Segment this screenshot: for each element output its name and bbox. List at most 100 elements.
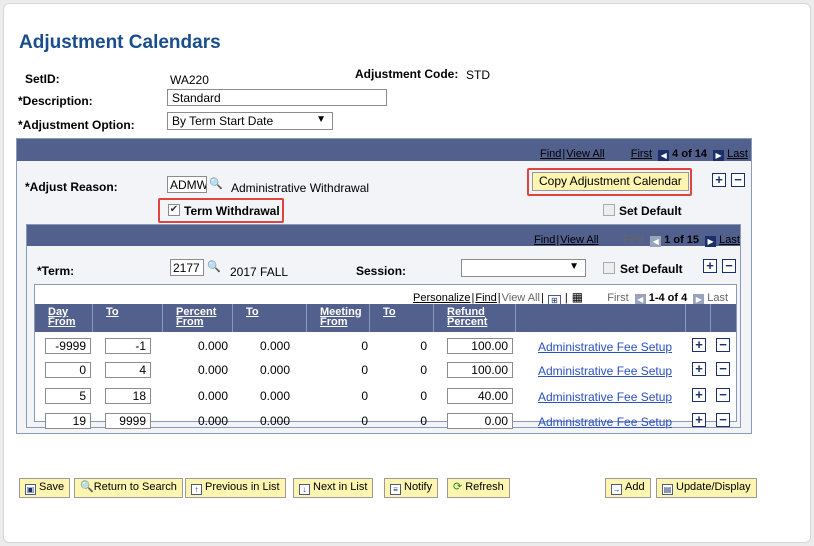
- update-display-icon: ▤: [662, 484, 673, 495]
- delete-row-icon[interactable]: −: [716, 362, 730, 376]
- chevron-down-icon: ▼: [316, 114, 326, 125]
- setid-value: WA220: [170, 73, 209, 87]
- add-row-icon[interactable]: +: [692, 388, 706, 402]
- download-spreadsheet-icon[interactable]: ▦: [572, 290, 583, 304]
- meeting-from-value: 0: [361, 414, 368, 428]
- term-input[interactable]: 2177: [170, 259, 204, 276]
- inner-nav: Find|View All First ◀ 1 of 15 ▶ Last: [534, 234, 740, 247]
- percent-from-value: 0.000: [197, 339, 228, 353]
- search-lookup-icon[interactable]: 🔍: [209, 177, 223, 190]
- meeting-from-value: 0: [361, 389, 368, 403]
- previous-arrow-icon[interactable]: ◀: [658, 150, 670, 161]
- outer-position: 4 of 14: [672, 148, 708, 160]
- delete-row-icon[interactable]: −: [722, 259, 736, 273]
- outer-last-link[interactable]: Last: [727, 148, 748, 160]
- term-description: 2017 FALL: [230, 265, 289, 279]
- adjustment-option-select[interactable]: By Term Start Date ▼: [167, 112, 333, 130]
- day-to-input[interactable]: 9999: [105, 413, 151, 429]
- col-day-to[interactable]: To: [93, 304, 163, 332]
- save-button[interactable]: ▣ Save: [19, 478, 71, 498]
- inner-position: 1 of 15: [664, 234, 700, 246]
- next-arrow-icon[interactable]: ▶: [713, 150, 725, 161]
- personalize-link[interactable]: Personalize: [413, 292, 470, 304]
- search-lookup-icon[interactable]: 🔍: [207, 260, 221, 273]
- refund-percent-input[interactable]: 40.00: [447, 388, 513, 404]
- day-from-input[interactable]: 5: [45, 388, 91, 404]
- day-to-input[interactable]: 18: [105, 388, 151, 404]
- administrative-fee-setup-link[interactable]: Administrative Fee Setup: [538, 415, 672, 429]
- session-select[interactable]: ▼: [461, 259, 586, 277]
- grid-find-link[interactable]: Find: [475, 292, 496, 304]
- reason-set-default-checkbox[interactable]: [603, 204, 615, 216]
- add-row-icon[interactable]: +: [692, 338, 706, 352]
- meeting-to-value: 0: [420, 389, 427, 403]
- add-row-icon[interactable]: +: [692, 362, 706, 376]
- description-input[interactable]: Standard: [167, 89, 387, 106]
- search-icon: 🔍: [80, 481, 94, 493]
- col-meeting-from[interactable]: Meeting From: [307, 304, 370, 332]
- percent-to-value: 0.000: [259, 363, 290, 377]
- refresh-button[interactable]: ⟳ Refresh: [447, 478, 510, 498]
- adjust-reason-input[interactable]: ADMW: [167, 176, 207, 193]
- day-from-input[interactable]: 0: [45, 362, 91, 378]
- administrative-fee-setup-link[interactable]: Administrative Fee Setup: [538, 390, 672, 404]
- inner-view-all-link[interactable]: View All: [560, 234, 598, 246]
- col-percent-to[interactable]: To: [233, 304, 307, 332]
- col-refund-percent[interactable]: Refund Percent: [434, 304, 516, 332]
- adjustment-code-label: Adjustment Code:: [355, 67, 459, 81]
- page-title: Adjustment Calendars: [19, 32, 221, 53]
- update-display-button[interactable]: ▤ Update/Display: [656, 478, 757, 498]
- next-in-list-button[interactable]: ↓ Next in List: [293, 478, 374, 498]
- percent-to-value: 0.000: [259, 414, 290, 428]
- day-to-input[interactable]: 4: [105, 362, 151, 378]
- percent-from-value: 0.000: [197, 363, 228, 377]
- delete-row-icon[interactable]: −: [716, 413, 730, 427]
- day-from-input[interactable]: -9999: [45, 338, 91, 354]
- meeting-to-value: 0: [420, 339, 427, 353]
- delete-row-icon[interactable]: −: [716, 388, 730, 402]
- delete-row-icon[interactable]: −: [731, 173, 745, 187]
- refund-percent-input[interactable]: 100.00: [447, 338, 513, 354]
- previous-arrow-icon: ◀: [650, 236, 662, 247]
- next-arrow-icon[interactable]: ▶: [705, 236, 717, 247]
- col-day-from[interactable]: Day From: [35, 304, 93, 332]
- add-row-icon[interactable]: +: [703, 259, 717, 273]
- adjust-reason-label: *Adjust Reason:: [25, 180, 118, 194]
- add-row-icon[interactable]: +: [692, 413, 706, 427]
- chevron-down-icon: ▼: [569, 261, 579, 272]
- meeting-to-value: 0: [420, 363, 427, 377]
- inner-find-link[interactable]: Find: [534, 234, 555, 246]
- previous-in-list-button[interactable]: ↑ Previous in List: [185, 478, 286, 498]
- copy-adjustment-calendar-button[interactable]: Copy Adjustment Calendar: [532, 172, 689, 191]
- outer-view-all-link[interactable]: View All: [566, 148, 604, 160]
- day-from-input[interactable]: 19: [45, 413, 91, 429]
- outer-nav: Find|View All First ◀ 4 of 14 ▶ Last: [540, 148, 748, 161]
- term-withdrawal-label: Term Withdrawal: [184, 204, 280, 218]
- day-to-input[interactable]: -1: [105, 338, 151, 354]
- add-button[interactable]: → Add: [605, 478, 651, 498]
- outer-find-link[interactable]: Find: [540, 148, 561, 160]
- term-set-default-checkbox[interactable]: [603, 262, 615, 274]
- meeting-from-value: 0: [361, 339, 368, 353]
- delete-row-icon[interactable]: −: [716, 338, 730, 352]
- add-row-icon[interactable]: +: [712, 173, 726, 187]
- description-label: *Description:: [18, 94, 93, 108]
- add-icon: →: [611, 484, 622, 495]
- administrative-fee-setup-link[interactable]: Administrative Fee Setup: [538, 364, 672, 378]
- adjust-reason-description: Administrative Withdrawal: [231, 181, 370, 195]
- return-to-search-button[interactable]: 🔍Return to Search: [74, 478, 183, 498]
- term-withdrawal-checkbox[interactable]: ✔: [168, 204, 180, 216]
- administrative-fee-setup-link[interactable]: Administrative Fee Setup: [538, 340, 672, 354]
- col-link: [516, 304, 686, 332]
- col-meeting-to[interactable]: To: [370, 304, 434, 332]
- percent-from-value: 0.000: [197, 414, 228, 428]
- refund-percent-input[interactable]: 100.00: [447, 362, 513, 378]
- grid-view-all-text: View All: [501, 292, 540, 304]
- notify-icon: ≡: [390, 484, 401, 495]
- outer-first-link[interactable]: First: [631, 148, 652, 160]
- refund-percent-input[interactable]: 0.00: [447, 413, 513, 429]
- term-label: *Term:: [37, 264, 75, 278]
- notify-button[interactable]: ≡ Notify: [384, 478, 439, 498]
- inner-last-link[interactable]: Last: [719, 234, 740, 246]
- col-percent-from[interactable]: Percent From: [163, 304, 233, 332]
